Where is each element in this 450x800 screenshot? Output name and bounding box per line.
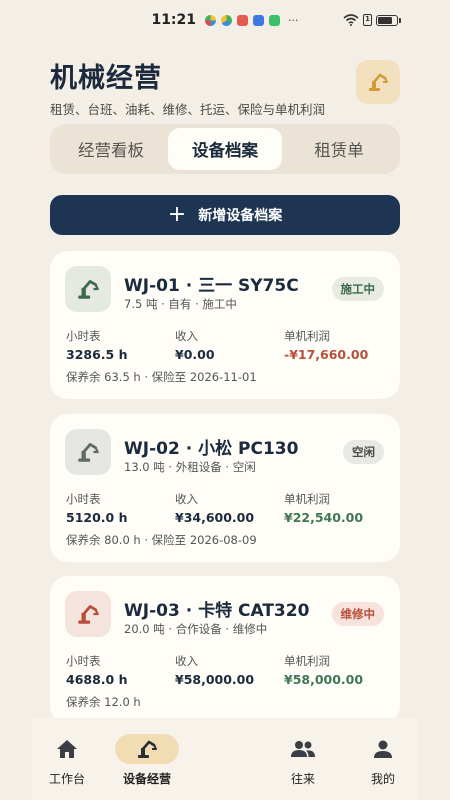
status-center: 11:21 ··· xyxy=(151,12,298,28)
wifi-icon xyxy=(343,14,359,26)
metric-value: ¥58,000.00 xyxy=(284,672,364,687)
metric-income: 收入 ¥34,600.00 xyxy=(175,491,254,525)
nav-label: 往来 xyxy=(290,772,315,786)
excavator-icon xyxy=(369,73,388,91)
nav-label: 我的 xyxy=(370,772,395,786)
metric-label: 小时表 xyxy=(66,654,101,668)
nav-item-contacts[interactable]: 往来 xyxy=(268,734,338,787)
add-equipment-button[interactable]: + 新增设备档案 xyxy=(50,195,400,235)
metric-hours: 小时表 4688.0 h xyxy=(66,653,128,687)
add-equipment-label: 新增设备档案 xyxy=(198,208,283,224)
home-icon xyxy=(57,740,77,758)
nav-icon-wrap xyxy=(373,734,393,764)
metric-income: 收入 ¥58,000.00 xyxy=(175,653,254,687)
equipment-card[interactable]: WJ-02 · 小松 PC130 13.0 吨 · 外租设备 · 空闲 空闲 小… xyxy=(50,414,400,562)
excavator-icon xyxy=(78,280,99,299)
nav-item-me[interactable]: 我的 xyxy=(348,734,418,787)
header-badge[interactable] xyxy=(356,60,400,104)
metric-hours: 小时表 3286.5 h xyxy=(66,328,128,362)
metric-profit: 单机利润 -¥17,660.00 xyxy=(284,328,368,362)
tab-rental-orders[interactable]: 租赁单 xyxy=(282,128,396,170)
segment-tabs: 经营看板 设备档案 租赁单 xyxy=(50,124,400,174)
metric-profit: 单机利润 ¥22,540.00 xyxy=(284,491,363,525)
nav-icon-wrap xyxy=(290,734,316,764)
equipment-footnote: 保养余 80.0 h · 保险至 2026-08-09 xyxy=(66,533,257,547)
equipment-avatar xyxy=(65,429,111,475)
equipment-avatar xyxy=(65,591,111,637)
nav-item-equipment[interactable]: 设备经营 xyxy=(112,734,182,787)
nav-label: 设备经营 xyxy=(122,772,171,786)
status-right: 1 xyxy=(343,0,401,40)
page-subtitle: 租赁、台班、油耗、维修、托运、保险与单机利润 xyxy=(50,102,326,117)
metric-profit: 单机利润 ¥58,000.00 xyxy=(284,653,363,687)
metric-value: 3286.5 h xyxy=(66,347,128,362)
status-time: 11:21 xyxy=(151,12,197,28)
equipment-footnote: 保养余 63.5 h · 保险至 2026-11-01 xyxy=(66,370,257,384)
metric-label: 收入 xyxy=(175,329,198,343)
sim-icon: 1 xyxy=(363,14,372,26)
metric-hours: 小时表 5120.0 h xyxy=(66,491,128,525)
more-notifications-icon: ··· xyxy=(288,13,299,27)
metric-label: 小时表 xyxy=(66,492,101,506)
tab-business-board[interactable]: 经营看板 xyxy=(54,128,168,170)
equipment-avatar xyxy=(65,266,111,312)
equipment-card[interactable]: WJ-01 · 三一 SY75C 7.5 吨 · 自有 · 施工中 施工中 小时… xyxy=(50,251,400,399)
page-title: 机械经营 xyxy=(50,63,162,94)
nav-icon-wrap xyxy=(56,734,78,764)
equipment-footnote: 保养余 12.0 h xyxy=(66,695,141,709)
sim-label: 1 xyxy=(365,15,370,23)
metric-label: 单机利润 xyxy=(284,654,330,668)
notification-app-icon xyxy=(269,14,281,26)
bottom-nav: 工作台 设备经营 往来 我的 xyxy=(32,718,418,800)
notification-app-icon xyxy=(237,14,249,26)
notification-app-icon xyxy=(205,14,217,26)
metric-income: 收入 ¥0.00 xyxy=(175,328,215,362)
status-badge: 施工中 xyxy=(331,277,384,301)
nav-label: 工作台 xyxy=(48,772,85,786)
nav-item-workbench[interactable]: 工作台 xyxy=(32,734,102,787)
battery-icon xyxy=(376,14,401,26)
metric-value: 5120.0 h xyxy=(66,510,128,525)
nav-icon-wrap xyxy=(115,734,179,764)
metric-label: 收入 xyxy=(175,654,198,668)
equipment-title: WJ-01 · 三一 SY75C xyxy=(124,276,299,296)
person-icon xyxy=(374,740,392,758)
equipment-meta: 20.0 吨 · 合作设备 · 维修中 xyxy=(124,622,268,636)
equipment-meta: 7.5 吨 · 自有 · 施工中 xyxy=(124,297,237,311)
metric-label: 小时表 xyxy=(66,329,101,343)
metric-value: ¥22,540.00 xyxy=(284,510,364,525)
notification-app-icon xyxy=(221,14,233,26)
metric-label: 单机利润 xyxy=(284,329,330,343)
status-bar: 11:21 ··· 1 xyxy=(0,0,450,40)
equipment-meta: 13.0 吨 · 外租设备 · 空闲 xyxy=(124,460,256,474)
equipment-title: WJ-03 · 卡特 CAT320 xyxy=(124,601,310,621)
status-badge: 维修中 xyxy=(331,602,384,626)
excavator-icon xyxy=(138,740,157,758)
metric-value: ¥0.00 xyxy=(175,347,215,362)
notification-app-icon xyxy=(253,14,265,26)
tab-equipment-archive[interactable]: 设备档案 xyxy=(168,128,282,170)
excavator-icon xyxy=(78,443,99,462)
metric-value: 4688.0 h xyxy=(66,672,128,687)
people-icon xyxy=(291,741,315,757)
metric-label: 收入 xyxy=(175,492,198,506)
metric-label: 单机利润 xyxy=(284,492,330,506)
metric-value: ¥34,600.00 xyxy=(175,510,255,525)
header: 机械经营 租赁、台班、油耗、维修、托运、保险与单机利润 xyxy=(50,56,400,118)
metric-value: -¥17,660.00 xyxy=(284,347,369,362)
equipment-card[interactable]: WJ-03 · 卡特 CAT320 20.0 吨 · 合作设备 · 维修中 维修… xyxy=(50,576,400,724)
status-badge: 空闲 xyxy=(343,440,384,464)
metric-value: ¥58,000.00 xyxy=(175,672,255,687)
excavator-icon xyxy=(78,605,99,624)
plus-icon: + xyxy=(167,202,187,227)
equipment-title: WJ-02 · 小松 PC130 xyxy=(124,439,299,459)
